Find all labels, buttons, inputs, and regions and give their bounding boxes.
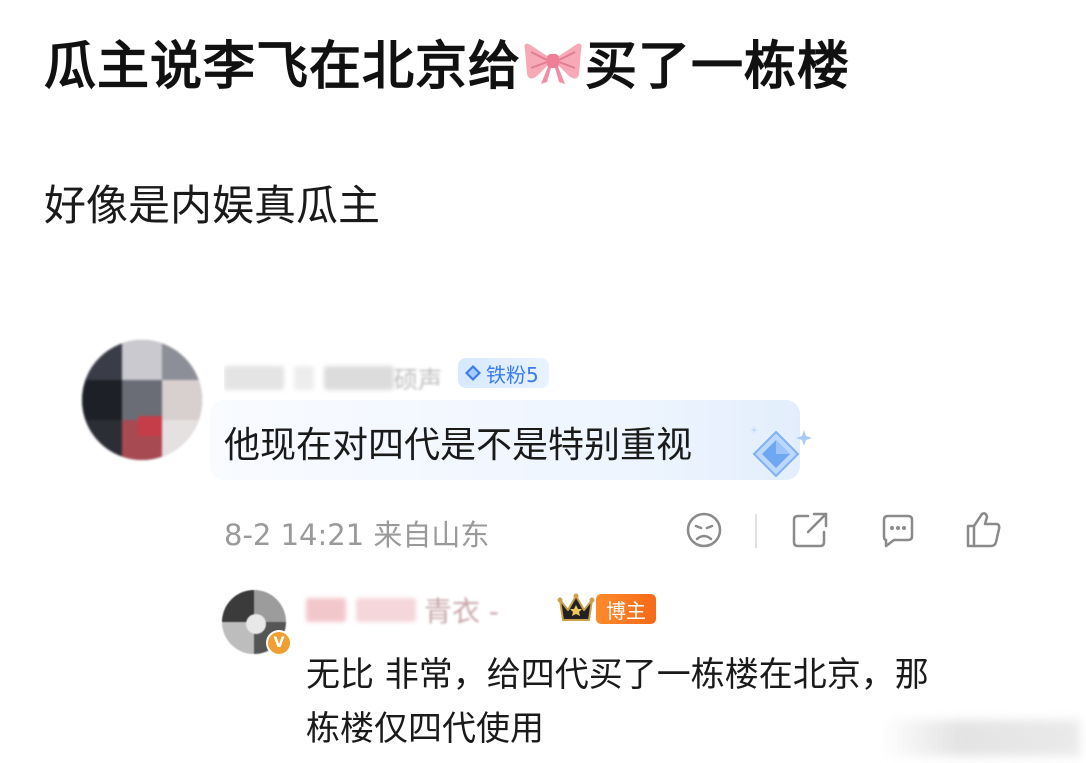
blurred-watermark <box>880 720 1080 756</box>
diamond-icon <box>465 365 481 381</box>
reply-text-line-1: 无比 非常，给四代买了一栋楼在北京，那 <box>306 655 929 695</box>
crown-icon <box>557 593 595 621</box>
reply-username-visible: 青衣 - <box>424 595 500 626</box>
post-subtitle: 好像是内娱真瓜主 <box>44 181 381 230</box>
verified-badge: V <box>266 630 292 656</box>
action-divider <box>755 514 757 548</box>
comment-username-visible: 硕声 <box>394 366 442 394</box>
share-icon[interactable] <box>788 508 832 552</box>
comment-meta: 8-2 14:21 来自山东 <box>224 512 489 554</box>
post-title: 瓜主说李飞在北京给 买了一栋楼 <box>44 24 850 99</box>
diamond-decoration-icon <box>750 426 812 478</box>
fan-level-badge: 铁粉5 <box>458 358 549 388</box>
ribbon-bow-icon <box>524 43 582 84</box>
fan-level-label: 铁粉5 <box>486 362 539 387</box>
post-title-part-2: 买了一栋楼 <box>585 37 851 97</box>
comment-username[interactable]: 硕声 <box>224 360 454 394</box>
comment-location: 来自山东 <box>373 518 490 552</box>
comment-date: 8-2 14:21 <box>224 518 365 552</box>
avatar[interactable] <box>82 340 202 460</box>
comment-icon[interactable] <box>876 508 920 552</box>
pixelated-avatar-image <box>82 340 202 460</box>
author-badge: 博主 <box>596 594 656 624</box>
comment-text: 他现在对四代是不是特别重视 <box>224 425 693 466</box>
reply-username[interactable]: 青衣 - <box>302 592 552 626</box>
post-title-part-1: 瓜主说李飞在北京给 <box>44 37 522 97</box>
like-icon[interactable] <box>962 508 1006 552</box>
frown-icon[interactable] <box>682 508 726 552</box>
